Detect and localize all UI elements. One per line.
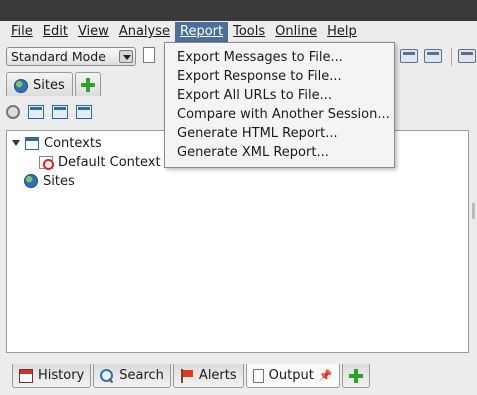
contexts-icon — [22, 136, 39, 155]
menu-file[interactable]: File — [6, 22, 38, 42]
flag-icon — [180, 368, 194, 383]
window-title-bar — [0, 0, 477, 21]
tab-history[interactable]: History — [12, 364, 92, 388]
report-menu-dropdown: Export Messages to File... Export Respon… — [164, 42, 395, 168]
layout-split-icon[interactable] — [424, 49, 442, 63]
tab-alerts-label: Alerts — [198, 368, 237, 383]
mode-select-value: Standard Mode — [11, 49, 106, 64]
splitter-handle[interactable] — [472, 203, 475, 219]
tab-search-label: Search — [119, 368, 164, 383]
tree-toolbar — [6, 101, 92, 123]
add-tab-button[interactable] — [74, 72, 101, 96]
calendar-icon — [19, 368, 33, 383]
tree-node-default-context-label: Default Context — [58, 154, 161, 170]
tab-output-label: Output — [268, 368, 314, 383]
menu-item-export-messages[interactable]: Export Messages to File... — [165, 48, 394, 67]
tab-sites[interactable]: Sites — [6, 72, 73, 96]
target-icon — [39, 155, 54, 170]
menu-edit[interactable]: Edit — [38, 22, 73, 42]
tab-search[interactable]: Search — [93, 364, 171, 388]
mode-select[interactable]: Standard Mode — [6, 47, 136, 66]
tree-node-contexts-label: Contexts — [44, 135, 102, 151]
menu-help[interactable]: Help — [322, 22, 362, 42]
tab-history-label: History — [38, 368, 85, 383]
new-context-icon[interactable] — [28, 105, 44, 119]
globe-icon — [14, 78, 28, 93]
chevron-down-icon[interactable] — [119, 50, 133, 63]
layout-tabs-icon[interactable] — [458, 49, 476, 63]
document-icon — [252, 368, 264, 383]
export-context-icon[interactable] — [76, 105, 92, 119]
plus-icon — [80, 77, 95, 92]
expand-arrow-icon[interactable] — [12, 140, 20, 146]
menu-analyse[interactable]: Analyse — [114, 22, 175, 42]
tab-sites-label: Sites — [33, 78, 65, 93]
menu-item-export-urls[interactable]: Export All URLs to File... — [165, 86, 394, 105]
menu-item-compare-session[interactable]: Compare with Another Session... — [165, 105, 394, 124]
menu-item-html-report[interactable]: Generate HTML Report... — [165, 124, 394, 143]
menu-item-export-response[interactable]: Export Response to File... — [165, 67, 394, 86]
new-session-icon[interactable] — [143, 47, 155, 63]
toolbar-divider — [451, 48, 452, 66]
tab-alerts[interactable]: Alerts — [172, 364, 244, 388]
import-context-icon[interactable] — [52, 105, 68, 119]
sites-tabstrip: Sites — [6, 72, 101, 96]
tree-node-sites-label: Sites — [43, 173, 75, 189]
menu-bar: File Edit View Analyse Report Tools Onli… — [0, 21, 477, 43]
search-icon — [100, 368, 114, 383]
tree-node-contexts[interactable]: Contexts — [12, 134, 102, 155]
menu-online[interactable]: Online — [270, 22, 322, 42]
globe-icon — [24, 174, 38, 188]
tab-output[interactable]: Output 📌 — [245, 364, 340, 388]
show-in-scope-icon[interactable] — [6, 105, 20, 119]
menu-view[interactable]: View — [73, 22, 114, 42]
add-bottom-tab-button[interactable] — [341, 364, 370, 388]
bottom-tabstrip: History Search Alerts Output 📌 — [12, 364, 370, 388]
plus-icon — [348, 368, 363, 383]
menu-report[interactable]: Report — [175, 22, 229, 42]
tree-node-default-context[interactable]: Default Context — [39, 153, 161, 171]
menu-tools[interactable]: Tools — [228, 22, 270, 42]
pin-icon[interactable]: 📌 — [319, 369, 333, 382]
menu-item-xml-report[interactable]: Generate XML Report... — [165, 143, 394, 162]
layout-full-icon[interactable] — [400, 49, 418, 63]
tree-node-sites[interactable]: Sites — [24, 172, 75, 190]
